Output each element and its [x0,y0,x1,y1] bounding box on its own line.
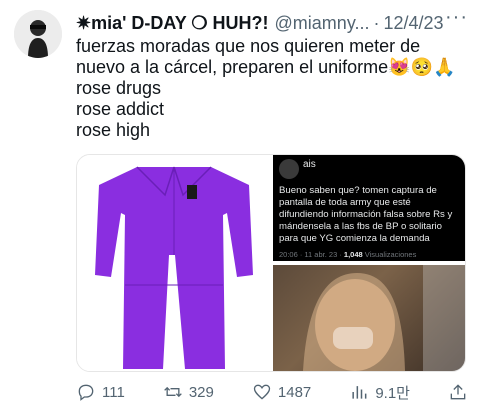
more-options-icon[interactable]: ··· [445,6,468,29]
share-icon [450,384,466,400]
heart-icon [253,384,271,400]
like-button[interactable]: 1487 [252,382,311,402]
share-button[interactable] [448,382,468,402]
tweet-line: fuerzas moradas que nos quieren meter de… [76,36,456,77]
views-button[interactable]: 9.1만 [349,382,410,403]
tweet-line: rose drugs [76,78,162,98]
analytics-icon [352,386,367,399]
tweet-text: fuerzas moradas que nos quieren meter de… [76,36,472,141]
avatar-image [14,10,62,58]
user-handle[interactable]: @miamny... [275,13,370,34]
media-grid: ais Bueno saben que? tomen captura de pa… [76,154,466,372]
reply-icon [78,384,94,401]
retweet-icon [164,386,182,398]
tweet-header: ✷mia' D-DAY ❍ HUH?! @miamny... · 12/4/23 [76,11,468,35]
media-image-jumpsuit[interactable] [77,155,271,371]
tweet-date[interactable]: 12/4/23 [383,13,443,34]
like-count: 1487 [277,383,312,401]
retweet-button[interactable]: 329 [163,382,214,402]
tweet-line: rose high [76,120,151,140]
author-avatar[interactable] [14,10,62,58]
screenshot-meta: 20:06 · 11 abr. 23 · 1,048 Visualizacion… [279,250,416,259]
tweet-line: rose addict [76,99,165,119]
separator: · [373,12,380,33]
media-right-column: ais Bueno saben que? tomen captura de pa… [273,155,465,371]
screenshot-views-label: Visualizaciones [362,250,417,259]
media-image-screenshot[interactable]: ais Bueno saben que? tomen captura de pa… [273,155,465,261]
media-image-photo[interactable] [273,265,465,371]
screenshot-avatar [279,159,299,179]
display-name[interactable]: ✷mia' D-DAY ❍ HUH?! [76,13,269,34]
photo-image [303,265,465,371]
screenshot-time: 20:06 · 11 abr. 23 · [279,250,344,259]
reply-button[interactable]: 111 [76,382,125,402]
views-count: 9.1만 [375,384,410,402]
reply-count: 111 [102,383,125,401]
tweet-actions: 111 329 1487 9.1만 [76,380,468,404]
screenshot-username: ais [303,159,316,170]
jumpsuit-image [95,166,253,369]
retweet-count: 329 [188,383,214,401]
screenshot-views-count: 1,048 [343,250,363,259]
screenshot-text: Bueno saben que? tomen captura de pantal… [279,185,453,244]
